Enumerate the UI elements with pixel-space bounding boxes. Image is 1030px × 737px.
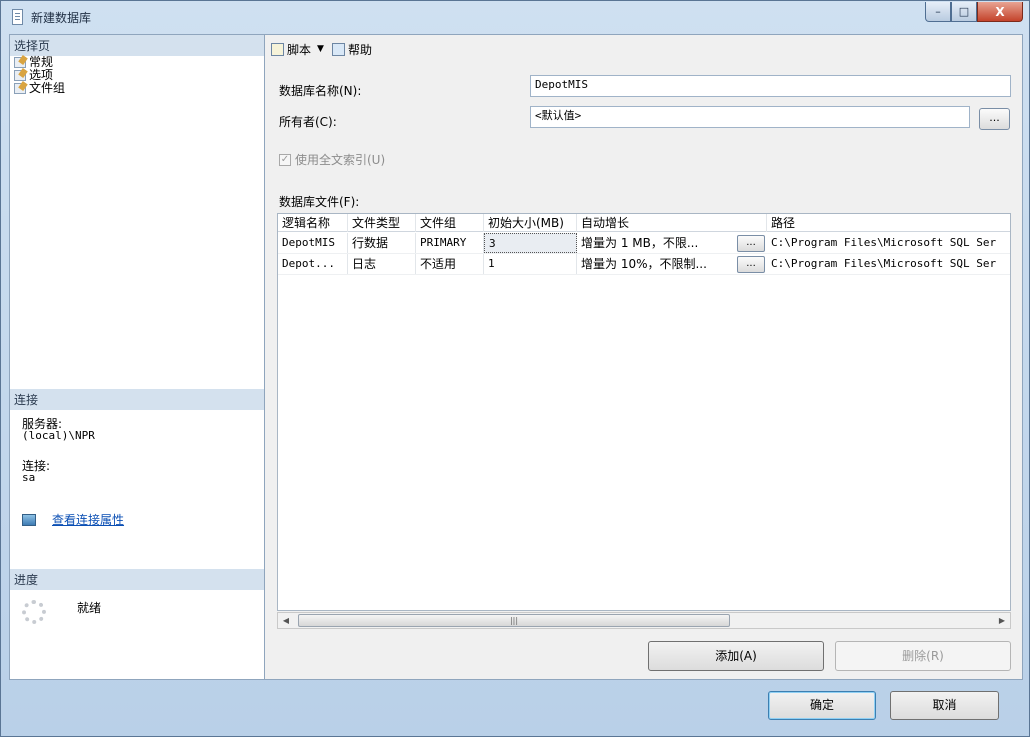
filegroup-cell[interactable]: 不适用 [416,254,484,274]
owner-browse-button[interactable]: ... [979,108,1010,130]
window-title: 新建数据库 [31,11,92,25]
autogrowth-cell[interactable]: 增量为 1 MB，不限... [577,233,735,253]
fulltext-index-row: ✓ 使用全文索引(U) [279,151,385,168]
cancel-button[interactable]: 取消 [890,691,999,720]
scroll-right-icon[interactable]: ▶ [994,613,1010,628]
new-database-dialog: 新建数据库 – □ X 选择页 常规 选项 文件组 连接 服务器: (local… [0,0,1030,737]
horizontal-scrollbar[interactable]: ◀ ||| ▶ [277,612,1011,629]
progress-status: 就绪 [77,601,102,615]
initial-size-cell[interactable]: 1 [484,254,577,274]
left-panel: 选择页 常规 选项 文件组 连接 服务器: (local)\NPR 连接: sa [9,34,265,680]
logical-name-cell[interactable]: DepotMIS [278,233,348,253]
column-header[interactable]: 路径 [767,214,1010,232]
connection-info: 服务器: (local)\NPR 连接: sa [22,418,252,484]
file-type-cell[interactable]: 行数据 [348,233,416,253]
view-connection-properties-link[interactable]: 查看连接属性 [52,511,124,528]
table-row[interactable]: DepotMIS 行数据 PRIMARY 3 增量为 1 MB，不限... ..… [278,233,1010,254]
table-row[interactable]: Depot... 日志 不适用 1 增量为 10%，不限制... ... C:\… [278,254,1010,275]
column-header[interactable]: 逻辑名称 [278,214,348,232]
title-bar: 新建数据库 – □ X [1,1,1029,33]
server-value: (local)\NPR [22,429,95,442]
scroll-left-icon[interactable]: ◀ [278,613,294,628]
connection-properties-icon [22,513,36,526]
autogrowth-cell[interactable]: 增量为 10%，不限制... [577,254,735,274]
view-connection-properties-row: 查看连接属性 [22,511,124,528]
remove-file-button[interactable]: 删除(R) [835,641,1011,671]
select-page-header: 选择页 [10,35,264,56]
filegroup-cell[interactable]: PRIMARY [416,233,484,253]
page-item-label: 文件组 [29,81,66,95]
chevron-down-icon[interactable]: ▼ [317,44,324,54]
database-files-grid: 逻辑名称 文件类型 文件组 初始大小(MB) 自动增长 路径 DepotMIS … [277,213,1011,611]
page-item-filegroups[interactable]: 文件组 [14,82,65,95]
scroll-thumb[interactable]: ||| [298,614,730,627]
db-name-input[interactable]: DepotMIS [530,75,1011,97]
logical-name-cell[interactable]: Depot... [278,254,348,274]
script-button[interactable]: 脚本 [287,41,311,58]
connection-header: 连接 [10,389,264,410]
column-header[interactable]: 初始大小(MB) [484,214,577,232]
page-settings-icon [14,83,26,94]
db-name-label: 数据库名称(N): [279,84,362,98]
path-cell[interactable]: C:\Program Files\Microsoft SQL Ser [767,254,1010,274]
toolbar: 脚本 ▼ 帮助 [271,39,372,59]
ok-button[interactable]: 确定 [768,691,876,720]
maximize-button[interactable]: □ [951,2,977,22]
autogrowth-edit-button[interactable]: ... [737,235,765,252]
page-list: 常规 选项 文件组 [14,56,65,95]
owner-label: 所有者(C): [279,115,337,129]
grid-header: 逻辑名称 文件类型 文件组 初始大小(MB) 自动增长 路径 [278,214,1010,232]
autogrowth-edit-button[interactable]: ... [737,256,765,273]
owner-input[interactable]: <默认值> [530,106,970,128]
connection-label: 连接: [22,459,51,473]
right-panel: 脚本 ▼ 帮助 数据库名称(N): DepotMIS 所有者(C): <默认值>… [265,34,1023,680]
connection-value: sa [22,471,36,484]
fulltext-label: 使用全文索引(U) [295,153,386,167]
close-button[interactable]: X [977,2,1023,22]
progress-header: 进度 [10,569,264,590]
path-cell[interactable]: C:\Program Files\Microsoft SQL Ser [767,233,1010,253]
help-icon [331,42,345,56]
add-file-button[interactable]: 添加(A) [648,641,824,671]
fulltext-checkbox[interactable]: ✓ [279,153,291,166]
script-icon [271,42,284,56]
minimize-button[interactable]: – [925,2,951,22]
window-controls: – □ X [925,2,1023,22]
column-header[interactable]: 文件类型 [348,214,416,232]
column-header[interactable]: 文件组 [416,214,484,232]
page-settings-icon [14,70,26,81]
progress-spinner-icon [22,600,46,624]
page-settings-icon [14,57,26,68]
db-files-label: 数据库文件(F): [279,195,360,209]
initial-size-cell[interactable]: 3 [484,233,577,253]
database-icon [12,9,23,25]
column-header[interactable]: 自动增长 [577,214,767,232]
help-button[interactable]: 帮助 [348,41,372,58]
file-type-cell[interactable]: 日志 [348,254,416,274]
